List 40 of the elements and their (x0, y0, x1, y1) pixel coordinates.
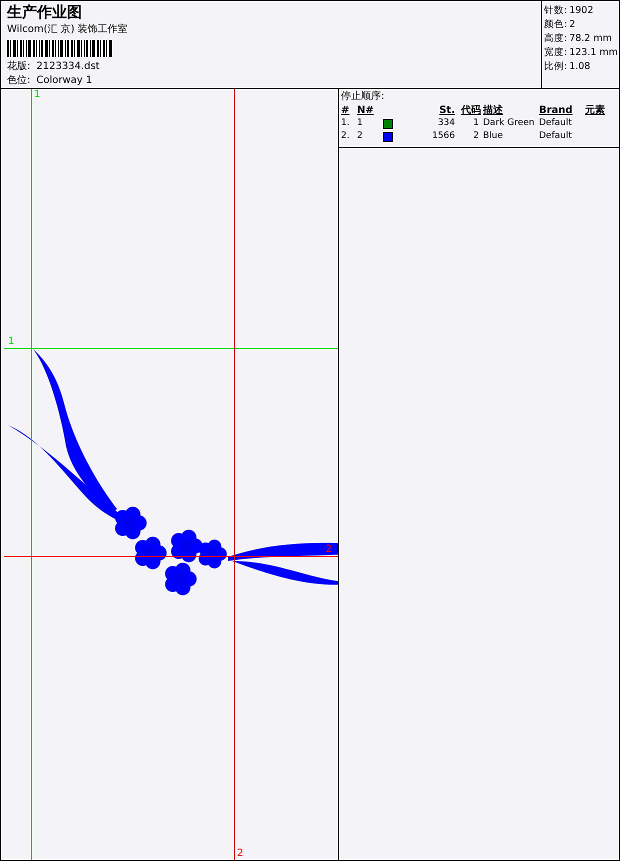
stat-label: 比例: (544, 60, 568, 73)
field-label: 花版: (7, 60, 30, 74)
guide-label: 2 (326, 545, 332, 555)
column-header: St. (438, 104, 455, 117)
table-cell-text: 2 (357, 130, 364, 143)
table-title: 停止顺序: (341, 90, 386, 104)
column-header: 描述 (483, 104, 504, 117)
column-header: Brand (539, 104, 574, 117)
guide-label: 2 (237, 849, 244, 859)
column-header: N# (357, 104, 375, 117)
table-cell-text: 1. (341, 117, 351, 130)
stat-label: 针数: (544, 4, 568, 17)
table-cell-text: 1566 (431, 130, 455, 143)
stat-label: 宽度: (544, 46, 568, 59)
stat-value: 78.2 mm (569, 32, 612, 45)
stat-label: 颜色: (544, 18, 568, 31)
stat-value: 1.08 (569, 60, 590, 73)
table-cell-text: 1 (357, 117, 364, 130)
stat-label: 高度: (544, 32, 568, 45)
stat-value: 1902 (569, 4, 594, 17)
field-value: Colorway 1 (36, 74, 92, 88)
guide-label: 1 (34, 90, 40, 100)
table-cell-text: Blue (483, 130, 504, 143)
stat-value: 2 (569, 18, 576, 31)
table-cell-text: 2. (341, 130, 351, 143)
field-label: 色位: (7, 74, 30, 88)
column-header: 代码 (460, 104, 482, 117)
table-cell-text: 2 (472, 130, 480, 143)
table-cell-text: Default (539, 117, 573, 130)
table-cell-text: 334 (436, 117, 455, 130)
company-name: Wilcom(汇 京) 装饰工作室 (7, 23, 129, 37)
guide-label: 1 (8, 337, 14, 347)
stat-value: 123.1 mm (569, 46, 618, 59)
column-header: 元素 (585, 104, 606, 117)
column-header: # (341, 104, 350, 117)
table-cell-text: 1 (472, 117, 480, 130)
table-cell-text: Default (539, 130, 573, 143)
sheet-title: 生产作业图 (7, 3, 83, 21)
field-value: 2123334.dst (36, 60, 100, 74)
table-cell-text: Dark Green (483, 117, 536, 130)
